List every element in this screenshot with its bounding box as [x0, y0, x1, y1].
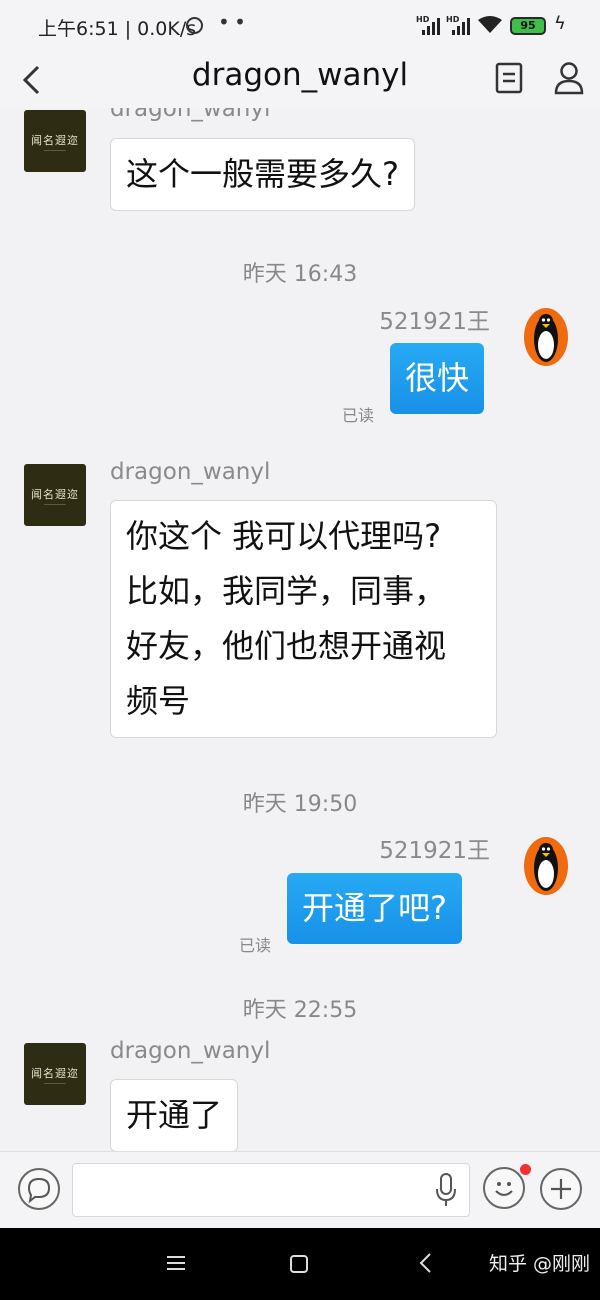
- notification-dot: [520, 1164, 531, 1175]
- emoji-button[interactable]: [483, 1167, 525, 1209]
- sender-name: dragon_wanyl: [110, 459, 271, 485]
- more-options-button[interactable]: [540, 1168, 582, 1210]
- more-notifications-icon: • •: [218, 10, 246, 34]
- plus-icon: [551, 1179, 571, 1199]
- incoming-message-bubble[interactable]: 你这个 我可以代理吗? 比如，我同学，同事， 好友，他们也想开通视 频号: [110, 500, 497, 738]
- avatar-logo-text: 闻名遐迩: [31, 134, 79, 147]
- signal-hd-icon: HD: [416, 15, 440, 35]
- chat-bubble-icon: [27, 1177, 51, 1204]
- penguin-avatar[interactable]: [522, 306, 570, 368]
- sender-name: dragon_wanyl: [110, 108, 271, 122]
- emoji-icon: [495, 1182, 513, 1196]
- message-input[interactable]: [72, 1163, 470, 1217]
- sender-name: 521921王: [379, 838, 490, 864]
- sender-name: 521921王: [379, 309, 490, 335]
- avatar-logo-text: 闻名遐迩: [31, 1067, 79, 1080]
- message-line: 频号: [126, 682, 191, 720]
- status-bar: 上午6:51 | 0.0K/s • • HD HD 95 ϟ: [0, 0, 600, 52]
- outgoing-message-bubble[interactable]: 很快: [390, 343, 485, 414]
- system-nav-bar: 知乎 @刚刚: [0, 1228, 600, 1300]
- person-icon[interactable]: [554, 61, 584, 95]
- wifi-icon: [478, 16, 502, 33]
- message-line: 你这个 我可以代理吗?: [126, 517, 442, 555]
- contact-avatar[interactable]: 闻名遐迩 ─────────: [24, 110, 86, 172]
- sender-name: dragon_wanyl: [110, 1038, 271, 1064]
- outgoing-message-bubble[interactable]: 开通了吧?: [287, 873, 462, 944]
- back-nav-icon[interactable]: [418, 1252, 432, 1274]
- read-status: 已读: [342, 406, 375, 425]
- message-input-bar: [0, 1151, 600, 1228]
- message-timestamp: 昨天 22:55: [242, 998, 358, 1023]
- mic-icon[interactable]: [435, 1172, 457, 1208]
- chat-screen: 上午6:51 | 0.0K/s • • HD HD 95 ϟ dragon_wa…: [0, 0, 600, 1300]
- message-timestamp: 昨天 19:50: [242, 792, 358, 817]
- voice-toggle-button[interactable]: [18, 1168, 60, 1210]
- chat-header: dragon_wanyl: [0, 52, 600, 108]
- incoming-message-bubble[interactable]: 开通了: [110, 1079, 239, 1151]
- incoming-message-bubble[interactable]: 这个一般需要多久?: [110, 138, 415, 211]
- status-time: 上午6:51 | 0.0K/s: [38, 18, 197, 40]
- read-status: 已读: [239, 936, 272, 955]
- penguin-avatar[interactable]: [522, 835, 570, 897]
- profile-card-icon[interactable]: [495, 62, 523, 94]
- contact-avatar[interactable]: 闻名遐迩 ─────────: [24, 464, 86, 526]
- message-line: 好友，他们也想开通视: [126, 627, 447, 665]
- battery-icon: 95: [510, 17, 546, 35]
- message-line: 比如，我同学，同事，: [126, 572, 447, 610]
- charging-icon: ϟ: [554, 13, 566, 34]
- alarm-icon: [186, 17, 203, 34]
- avatar-logo-text: 闻名遐迩: [31, 488, 79, 501]
- signal-hd-icon: HD: [446, 15, 470, 35]
- message-list[interactable]: 闻名遐迩 ───────── dragon_wanyl 这个一般需要多久? 昨天…: [0, 108, 600, 1151]
- message-timestamp: 昨天 16:43: [242, 262, 358, 287]
- watermark: 知乎 @刚刚: [489, 1253, 591, 1275]
- menu-icon[interactable]: [167, 1255, 185, 1271]
- home-icon[interactable]: [290, 1255, 308, 1273]
- contact-avatar[interactable]: 闻名遐迩 ─────────: [24, 1043, 86, 1105]
